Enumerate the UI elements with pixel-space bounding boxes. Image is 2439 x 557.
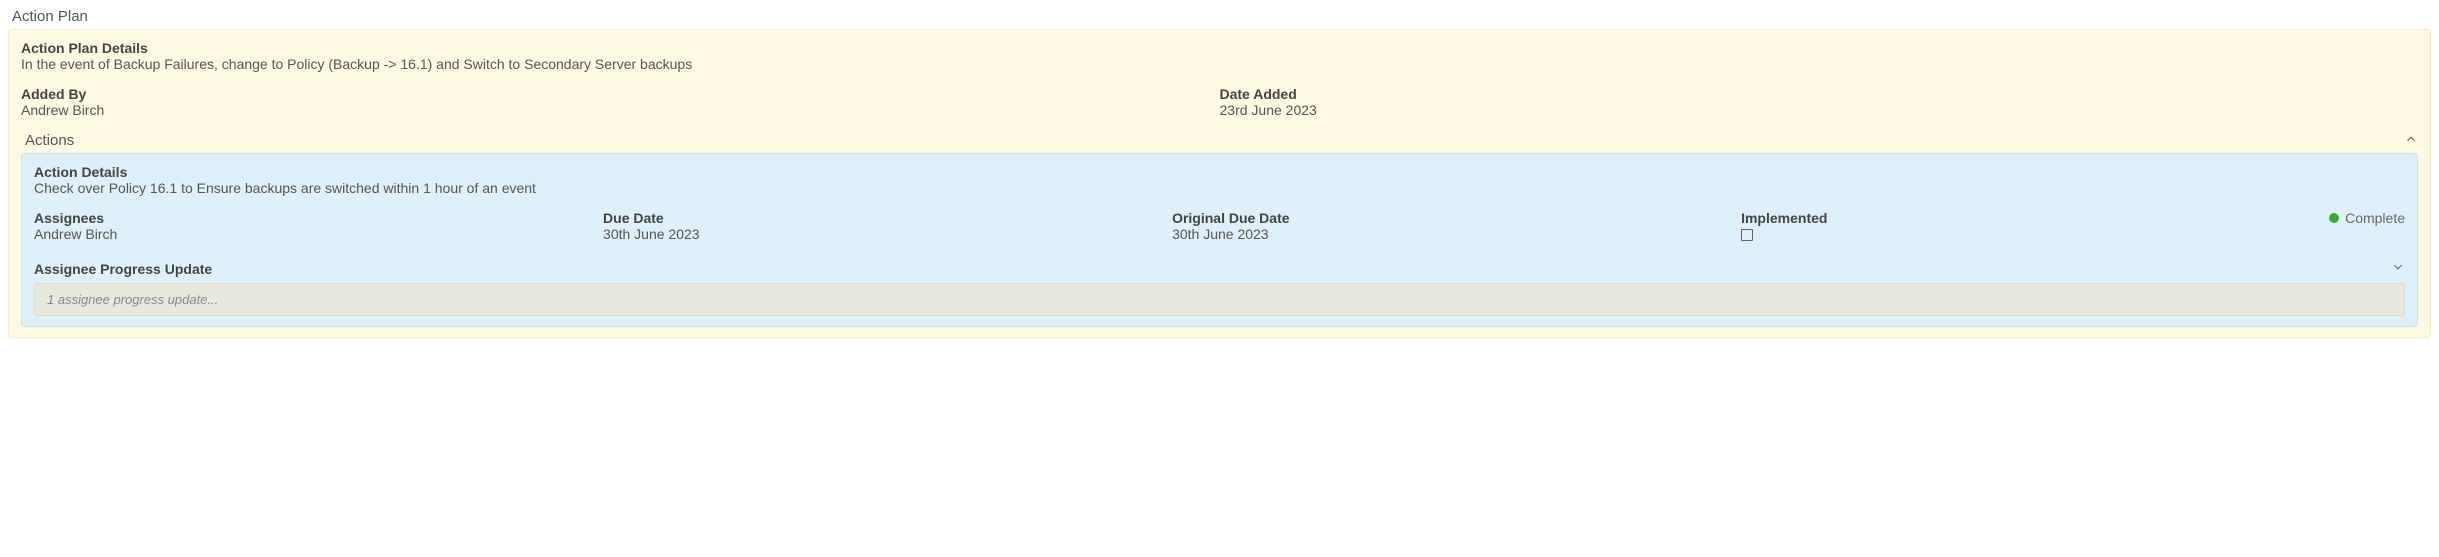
- plan-details-text: In the event of Backup Failures, change …: [21, 56, 2418, 72]
- due-date-label: Due Date: [603, 210, 1172, 226]
- added-by-label: Added By: [21, 86, 1220, 102]
- implemented-checkbox[interactable]: [1741, 226, 2168, 244]
- action-plan-panel: Action Plan Details In the event of Back…: [8, 29, 2431, 338]
- status-text: Complete: [2345, 210, 2405, 226]
- chevron-up-icon[interactable]: [2404, 132, 2418, 149]
- action-details-label: Action Details: [34, 164, 2405, 180]
- status-badge: Complete: [2168, 210, 2405, 226]
- action-panel: Action Details Check over Policy 16.1 to…: [21, 153, 2418, 327]
- status-dot-icon: [2329, 213, 2339, 223]
- assignees-value: Andrew Birch: [34, 226, 603, 242]
- orig-due-date-label: Original Due Date: [1172, 210, 1741, 226]
- added-by-value: Andrew Birch: [21, 102, 1220, 118]
- due-date-value: 30th June 2023: [603, 226, 1172, 242]
- actions-section-label: Actions: [21, 132, 74, 149]
- assignees-label: Assignees: [34, 210, 603, 226]
- checkbox-empty-icon: [1741, 229, 1753, 241]
- progress-summary-box[interactable]: 1 assignee progress update...: [34, 283, 2405, 316]
- chevron-down-icon[interactable]: [2391, 260, 2405, 277]
- plan-details-label: Action Plan Details: [21, 40, 2418, 56]
- orig-due-date-value: 30th June 2023: [1172, 226, 1741, 242]
- date-added-label: Date Added: [1220, 86, 2419, 102]
- implemented-label: Implemented: [1741, 210, 2168, 226]
- page-title: Action Plan: [8, 8, 2431, 25]
- date-added-value: 23rd June 2023: [1220, 102, 2419, 118]
- action-details-text: Check over Policy 16.1 to Ensure backups…: [34, 180, 2405, 196]
- progress-update-label: Assignee Progress Update: [34, 261, 212, 277]
